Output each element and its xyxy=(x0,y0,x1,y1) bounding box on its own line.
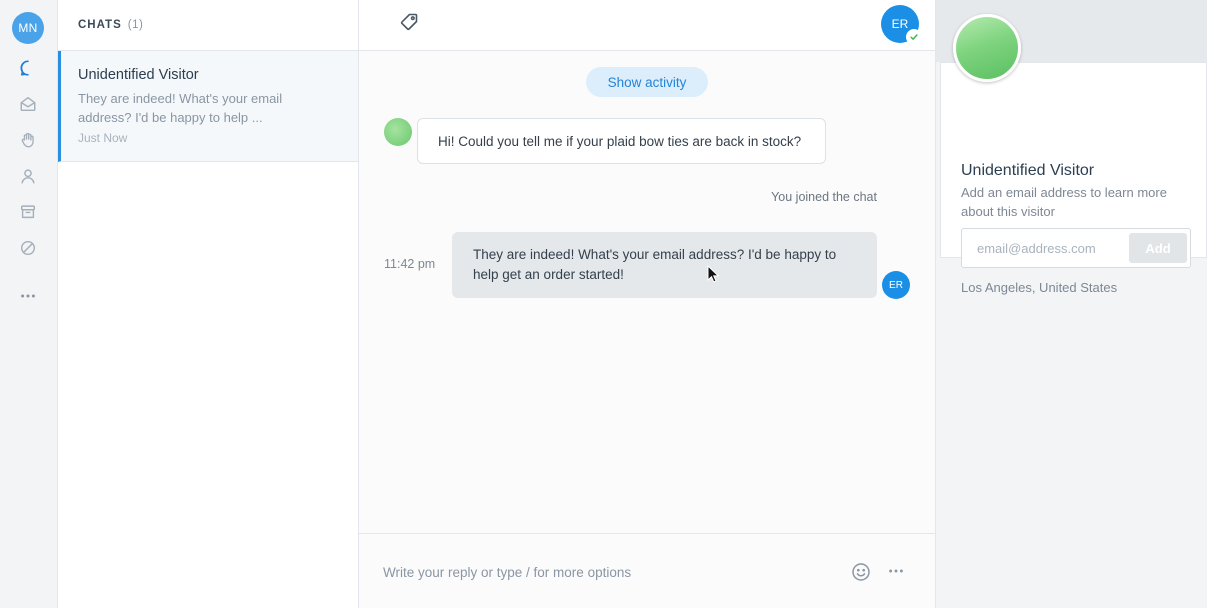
message-timestamp: 11:42 pm xyxy=(384,257,436,271)
inbox-icon[interactable] xyxy=(18,94,38,114)
visitor-name: Unidentified Visitor xyxy=(961,162,1095,179)
composer-more-icon[interactable] xyxy=(887,562,905,580)
agent-message: They are indeed! What's your email addre… xyxy=(452,232,877,298)
more-icon[interactable] xyxy=(18,286,38,306)
online-check-icon xyxy=(906,29,922,45)
visitor-large-avatar xyxy=(953,14,1021,82)
visitor-location: Los Angeles, United States xyxy=(961,280,1118,295)
conversation-panel: ER Show activity Hi! Could you tell me i… xyxy=(359,0,936,608)
chat-list-header: CHATS (1) xyxy=(58,0,358,51)
email-form: Add xyxy=(961,228,1191,268)
show-activity-button[interactable]: Show activity xyxy=(586,67,708,97)
agent-message-avatar: ER xyxy=(882,271,910,299)
chats-count: (1) xyxy=(127,19,144,31)
tag-icon[interactable] xyxy=(399,12,419,32)
agent-avatar[interactable]: ER xyxy=(881,5,922,45)
visitor-avatar xyxy=(384,118,412,146)
archive-icon[interactable] xyxy=(18,202,38,222)
chat-list-panel: CHATS (1) Unidentified Visitor They are … xyxy=(58,0,359,608)
system-message: You joined the chat xyxy=(771,190,877,204)
mouse-cursor xyxy=(707,264,720,283)
agent-initials: ER xyxy=(891,17,909,31)
conversation-preview: They are indeed! What's your email addre… xyxy=(78,91,283,125)
email-field[interactable] xyxy=(962,229,1127,267)
visitor-card: Unidentified Visitor Add an email addres… xyxy=(940,62,1207,295)
conversation-time: Just Now xyxy=(78,131,128,145)
hand-icon[interactable] xyxy=(18,130,38,150)
nav-rail: MN xyxy=(0,0,58,608)
reply-composer[interactable]: Write your reply or type / for more opti… xyxy=(359,533,935,608)
reply-input[interactable]: Write your reply or type / for more opti… xyxy=(383,565,631,580)
visitor-message: Hi! Could you tell me if your plaid bow … xyxy=(417,118,826,164)
add-email-button[interactable]: Add xyxy=(1129,233,1187,263)
user-avatar[interactable]: MN xyxy=(12,12,44,44)
emoji-icon[interactable] xyxy=(851,562,871,582)
chat-icon[interactable] xyxy=(18,58,38,78)
visitor-panel: Unidentified Visitor Add an email addres… xyxy=(936,0,1207,608)
chats-title: CHATS xyxy=(78,19,122,31)
conversation-name: Unidentified Visitor xyxy=(78,67,199,83)
conversation-header: ER xyxy=(359,0,935,51)
visitor-hint: Add an email address to learn more about… xyxy=(961,185,1167,219)
conversation-item[interactable]: Unidentified Visitor They are indeed! Wh… xyxy=(58,51,358,162)
person-icon[interactable] xyxy=(18,166,38,186)
blocked-icon[interactable] xyxy=(18,238,38,258)
